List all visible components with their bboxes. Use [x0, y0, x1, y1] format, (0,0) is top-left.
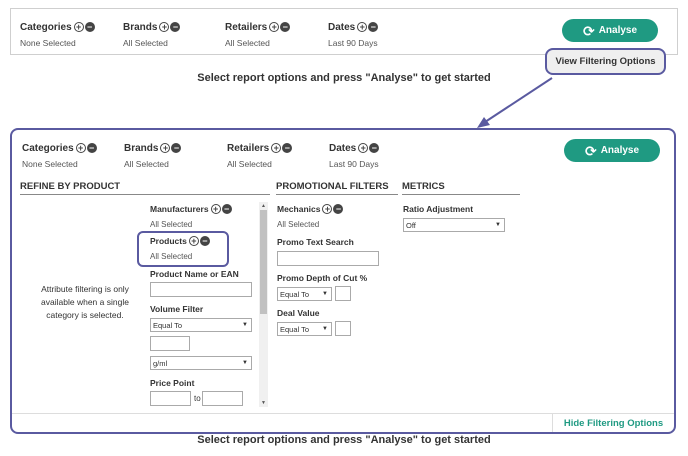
refine-by-product-heading: REFINE BY PRODUCT	[20, 181, 270, 195]
plus-icon[interactable]: +	[322, 204, 333, 214]
ratio-adjustment-select[interactable]: Off ▼	[403, 218, 505, 232]
price-to-label: to	[194, 394, 201, 403]
plus-icon[interactable]: +	[271, 143, 282, 153]
price-point-label: Price Point	[150, 378, 195, 388]
filter-brands[interactable]: Brands + − All Selected	[124, 142, 182, 169]
plus-icon[interactable]: +	[160, 143, 171, 153]
deal-value-operator-select[interactable]: Equal To ▼	[277, 322, 332, 336]
promo-text-label: Promo Text Search	[277, 237, 354, 247]
attribute-filtering-note: Attribute filtering is only available wh…	[41, 284, 129, 320]
filter-value: All Selected	[124, 159, 169, 169]
panel-footer: Hide Filtering Options	[12, 413, 674, 432]
metrics-heading: METRICS	[402, 181, 520, 195]
filtering-panel: Categories + − None Selected Brands + − Al…	[10, 128, 676, 434]
minus-icon[interactable]: −	[221, 204, 232, 214]
product-name-input[interactable]	[150, 282, 252, 297]
volume-unit-select[interactable]: g/ml ▼	[150, 356, 252, 370]
minus-icon[interactable]: −	[282, 143, 293, 153]
filter-label: Brands	[124, 142, 159, 154]
product-name-label: Product Name or EAN	[150, 269, 239, 279]
promo-depth-label: Promo Depth of Cut %	[277, 273, 368, 283]
refine-scrollbar[interactable]: ▲ ▼	[259, 202, 268, 407]
plus-icon[interactable]: +	[75, 143, 86, 153]
caret-down-icon: ▼	[322, 291, 328, 297]
promo-depth-input[interactable]	[335, 286, 351, 301]
promotional-filters-heading: PROMOTIONAL FILTERS	[276, 181, 398, 195]
filter-label: Retailers	[227, 142, 270, 154]
analyse-button[interactable]: ⟳ Analyse	[564, 139, 660, 162]
filter-label: Dates	[329, 142, 357, 154]
scroll-up-icon[interactable]: ▲	[259, 202, 268, 210]
minus-icon[interactable]: −	[369, 143, 380, 153]
plus-minus-controls[interactable]: + −	[358, 143, 380, 153]
deal-value-label: Deal Value	[277, 308, 320, 318]
deal-value-input[interactable]	[335, 321, 351, 336]
plus-minus-controls[interactable]: + −	[75, 143, 98, 153]
plus-icon[interactable]: +	[188, 236, 199, 246]
volume-operator-select[interactable]: Equal To ▼	[150, 318, 252, 332]
filter-dates[interactable]: Dates + − Last 90 Days	[329, 142, 380, 169]
price-from-input[interactable]	[150, 391, 191, 406]
filter-categories[interactable]: Categories + − None Selected	[22, 142, 98, 169]
products-label: Products + −	[150, 236, 211, 246]
plus-icon[interactable]: +	[358, 143, 369, 153]
caret-down-icon: ▼	[242, 360, 248, 366]
plus-minus-controls[interactable]: + −	[210, 204, 233, 214]
ratio-adjustment-label: Ratio Adjustment	[403, 204, 474, 214]
caret-down-icon: ▼	[242, 322, 248, 328]
volume-value-input[interactable]	[150, 336, 190, 351]
mechanics-label: Mechanics + −	[277, 204, 344, 214]
promo-depth-operator-select[interactable]: Equal To ▼	[277, 287, 332, 301]
filter-label: Categories	[22, 142, 74, 154]
caption-bottom: Select report options and press "Analyse…	[197, 434, 491, 446]
price-to-input[interactable]	[202, 391, 243, 406]
minus-icon[interactable]: −	[171, 143, 182, 153]
plus-icon[interactable]: +	[210, 204, 221, 214]
plus-minus-controls[interactable]: + −	[160, 143, 182, 153]
manufacturers-value: All Selected	[150, 220, 193, 229]
manufacturers-label: Manufacturers + −	[150, 204, 233, 214]
minus-icon[interactable]: −	[199, 236, 210, 246]
analyse-label: Analyse	[600, 145, 640, 156]
plus-minus-controls[interactable]: + −	[188, 236, 211, 246]
hide-filtering-options-button[interactable]: Hide Filtering Options	[552, 414, 674, 432]
promo-text-input[interactable]	[277, 251, 379, 266]
filter-value: Last 90 Days	[329, 159, 379, 169]
filter-value: None Selected	[22, 159, 78, 169]
filter-value: All Selected	[227, 159, 272, 169]
scroll-thumb[interactable]	[260, 210, 267, 314]
caret-down-icon: ▼	[322, 326, 328, 332]
caret-down-icon: ▼	[495, 222, 501, 228]
volume-filter-label: Volume Filter	[150, 304, 204, 314]
minus-icon[interactable]: −	[333, 204, 344, 214]
refresh-icon: ⟳	[584, 142, 597, 159]
minus-icon[interactable]: −	[86, 143, 97, 153]
plus-minus-controls[interactable]: + −	[271, 143, 293, 153]
plus-minus-controls[interactable]: + −	[322, 204, 344, 214]
products-value: All Selected	[150, 252, 193, 261]
scroll-down-icon[interactable]: ▼	[259, 399, 268, 407]
mechanics-value: All Selected	[277, 220, 320, 229]
filter-retailers[interactable]: Retailers + − All Selected	[227, 142, 293, 169]
